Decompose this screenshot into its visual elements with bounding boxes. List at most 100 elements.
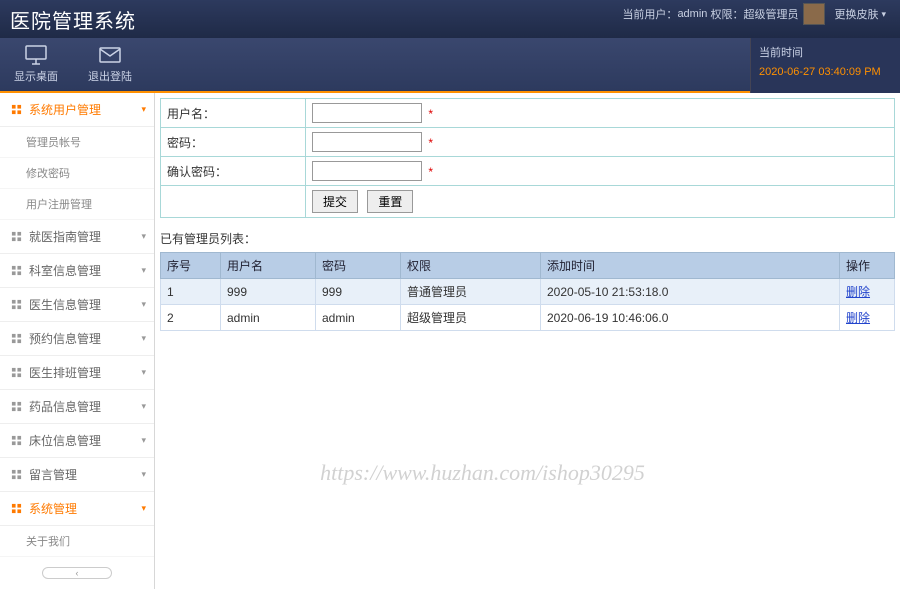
logout-label: 退出登陆 [88,68,132,84]
th-user: 用户名 [221,253,316,279]
sidebar-item-system-user[interactable]: 系统用户管理 ▾ [0,93,154,127]
show-desktop-button[interactable]: 显示桌面 [14,45,58,84]
cell-pwd: admin [316,305,401,331]
cell-time: 2020-05-10 21:53:18.0 [541,279,840,305]
sidebar-sub-about[interactable]: 关于我们 [0,526,154,557]
th-op: 操作 [840,253,895,279]
chevron-down-icon: ▾ [881,9,886,20]
sidebar-item-label: 药品信息管理 [29,398,101,415]
module-icon [10,298,23,311]
chevron-down-icon: ▾ [141,435,146,446]
username-input[interactable] [312,103,422,123]
required-star: * [428,136,433,150]
module-icon [10,366,23,379]
module-icon [10,502,23,515]
list-title: 已有管理员列表： [160,230,895,247]
cell-role: 超级管理员 [401,305,541,331]
sidebar-item-label: 系统用户管理 [29,101,101,118]
time-value: 2020-06-27 03:40:09 PM [759,66,892,78]
table-header-row: 序号 用户名 密码 权限 添加时间 操作 [161,253,895,279]
cell-pwd: 999 [316,279,401,305]
chevron-down-icon: ▾ [141,503,146,514]
confirm-password-input[interactable] [312,161,422,181]
th-seq: 序号 [161,253,221,279]
chevron-down-icon: ▾ [141,265,146,276]
sidebar-sub-user-register[interactable]: 用户注册管理 [0,189,154,220]
submit-button[interactable] [312,190,358,213]
required-star: * [428,165,433,179]
header-bar: 医院管理系统 当前用户： admin 权限： 超级管理员 更换皮肤 ▾ [0,0,900,38]
chevron-down-icon: ▾ [141,299,146,310]
logout-button[interactable]: 退出登陆 [88,45,132,84]
chevron-down-icon: ▾ [141,367,146,378]
sidebar-item-label: 留言管理 [29,466,77,483]
chevron-down-icon: ▾ [141,333,146,344]
cell-role: 普通管理员 [401,279,541,305]
chevron-down-icon: ▾ [141,469,146,480]
sidebar: 系统用户管理 ▾ 管理员帐号 修改密码 用户注册管理 就医指南管理 ▾ 科室信息… [0,93,155,589]
module-icon [10,434,23,447]
sidebar-item-doctor[interactable]: 医生信息管理 ▾ [0,288,154,322]
module-icon [10,332,23,345]
chevron-down-icon: ▾ [141,231,146,242]
reset-button[interactable] [367,190,413,213]
delete-link[interactable]: 删除 [846,285,870,299]
required-star: * [428,107,433,121]
module-icon [10,400,23,413]
main-content: 用户名： * 密码： * 确认密码： * [155,93,900,589]
sidebar-item-label: 科室信息管理 [29,262,101,279]
monitor-icon [24,45,48,65]
sidebar-sub-change-password[interactable]: 修改密码 [0,158,154,189]
current-user-label: 当前用户： [622,6,677,22]
table-row: 2 admin admin 超级管理员 2020-06-19 10:46:06.… [161,305,895,331]
change-skin-button[interactable]: 更换皮肤 ▾ [830,6,890,22]
confirm-password-label: 确认密码： [161,157,306,186]
module-icon [10,468,23,481]
table-row: 1 999 999 普通管理员 2020-05-10 21:53:18.0 删除 [161,279,895,305]
current-user: admin [677,8,707,20]
sidebar-footer: ‹ [0,557,154,589]
sidebar-item-label: 床位信息管理 [29,432,101,449]
cell-user: admin [221,305,316,331]
th-pwd: 密码 [316,253,401,279]
module-icon [10,264,23,277]
cell-seq: 2 [161,305,221,331]
cell-seq: 1 [161,279,221,305]
mail-icon [98,45,122,65]
delete-link[interactable]: 删除 [846,311,870,325]
toolbar: 显示桌面 退出登陆 当前时间 2020-06-27 03:40:09 PM [0,38,900,93]
sidebar-sub-admin-account[interactable]: 管理员帐号 [0,127,154,158]
chevron-down-icon: ▾ [141,104,146,115]
chevron-left-icon: ‹ [76,568,79,578]
header-userinfo: 当前用户： admin 权限： 超级管理员 更换皮肤 ▾ [622,3,890,25]
show-desktop-label: 显示桌面 [14,68,58,84]
sidebar-item-schedule[interactable]: 医生排班管理 ▾ [0,356,154,390]
sidebar-collapse-button[interactable]: ‹ [42,567,112,579]
admin-form: 用户名： * 密码： * 确认密码： * [160,98,895,218]
sidebar-item-label: 就医指南管理 [29,228,101,245]
time-label: 当前时间 [759,44,892,60]
sidebar-item-system[interactable]: 系统管理 ▾ [0,492,154,526]
password-label: 密码： [161,128,306,157]
app-title: 医院管理系统 [10,5,136,34]
avatar [803,3,825,25]
username-label: 用户名： [161,99,306,128]
chevron-down-icon: ▾ [141,401,146,412]
sidebar-item-appointment[interactable]: 预约信息管理 ▾ [0,322,154,356]
form-empty-cell [161,186,306,218]
cell-user: 999 [221,279,316,305]
sidebar-item-department[interactable]: 科室信息管理 ▾ [0,254,154,288]
sidebar-item-guide[interactable]: 就医指南管理 ▾ [0,220,154,254]
sidebar-item-bed[interactable]: 床位信息管理 ▾ [0,424,154,458]
module-icon [10,103,23,116]
password-input[interactable] [312,132,422,152]
module-icon [10,230,23,243]
sidebar-item-label: 预约信息管理 [29,330,101,347]
admin-table: 序号 用户名 密码 权限 添加时间 操作 1 999 999 普通管理员 202… [160,252,895,331]
sidebar-item-message[interactable]: 留言管理 ▾ [0,458,154,492]
sidebar-item-label: 系统管理 [29,500,77,517]
cell-time: 2020-06-19 10:46:06.0 [541,305,840,331]
role-value: 超级管理员 [743,6,798,22]
sidebar-item-medicine[interactable]: 药品信息管理 ▾ [0,390,154,424]
th-role: 权限 [401,253,541,279]
